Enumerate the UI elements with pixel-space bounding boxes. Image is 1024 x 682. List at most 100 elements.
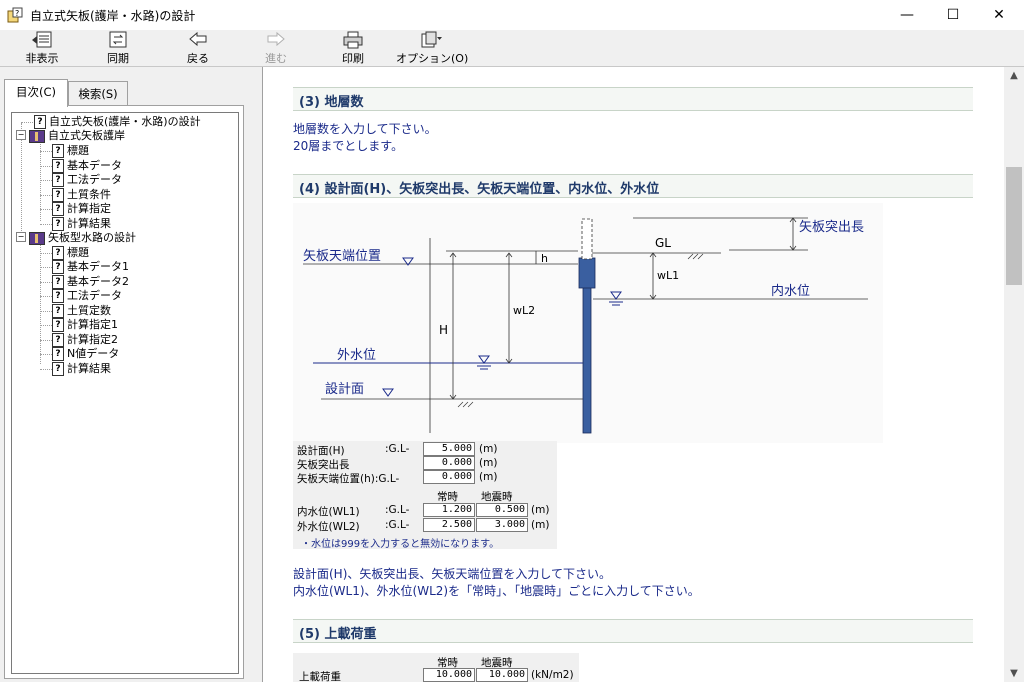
close-button[interactable]: ✕ <box>976 0 1022 30</box>
tree-item-label: N値データ <box>67 347 120 360</box>
tree-item[interactable]: ? 工法データ <box>52 289 122 303</box>
top-position-label: 矢板天端位置(h):G.L- <box>297 473 400 485</box>
top-position-input[interactable]: 0.000 <box>423 470 475 484</box>
inner-water-normal-input[interactable]: 1.200 <box>423 503 475 517</box>
section-3-text-1: 地層数を入力して下さい。 <box>293 122 437 136</box>
collapse-toggle[interactable]: − <box>16 232 26 242</box>
forward-label: 進む <box>265 52 287 65</box>
surcharge-seismic-input[interactable]: 10.000 <box>476 668 528 682</box>
tree-group-1[interactable]: 自立式矢板護岸 <box>29 129 125 143</box>
tree-item[interactable]: ? 計算指定1 <box>52 318 118 332</box>
sync-icon <box>109 31 127 48</box>
tree-item-label: 計算指定2 <box>67 333 118 346</box>
help-page-icon: ? <box>52 159 64 173</box>
tree-item[interactable]: ? 計算指定 <box>52 202 111 216</box>
tree-group-2[interactable]: 矢板型水路の設計 <box>29 231 136 245</box>
tree-root[interactable]: ? 自立式矢板(護岸・水路)の設計 <box>34 115 201 129</box>
outer-water-normal-input[interactable]: 2.500 <box>423 518 475 532</box>
tree-item[interactable]: ? 計算結果 <box>52 217 111 231</box>
tree-group-2-label: 矢板型水路の設計 <box>48 231 136 244</box>
options-icon <box>421 31 442 48</box>
tree-item[interactable]: ? 土質定数 <box>52 304 111 318</box>
tree-item[interactable]: ? N値データ <box>52 347 119 361</box>
sync-label: 同期 <box>107 52 129 65</box>
tree-item[interactable]: ? 標題 <box>52 246 89 260</box>
pile-protrusion-label: 矢板突出長 <box>297 459 350 471</box>
help-page-icon: ? <box>52 347 64 361</box>
label-wl2: wL2 <box>513 304 535 317</box>
window-title: 自立式矢板(護岸・水路)の設計 <box>30 9 196 23</box>
section-heading-5: (5) 上載荷重 <box>293 619 973 643</box>
maximize-button[interactable]: ☐ <box>930 0 976 30</box>
svg-text:?: ? <box>15 9 19 18</box>
tree-item[interactable]: ? 計算結果 <box>52 362 111 376</box>
tree-item-label: 工法データ <box>67 289 122 302</box>
unit-m: (m) <box>531 519 550 531</box>
tree-item[interactable]: ? 基本データ1 <box>52 260 129 274</box>
tab-contents[interactable]: 目次(C) <box>4 79 68 107</box>
design-surface-label: 設計面(H) <box>297 445 345 457</box>
tree-item-label: 標題 <box>67 144 89 157</box>
tree-item[interactable]: ? 基本データ2 <box>52 275 129 289</box>
tree-root-label: 自立式矢板(護岸・水路)の設計 <box>49 115 201 128</box>
tree-item[interactable]: ? 土質条件 <box>52 188 111 202</box>
scroll-thumb[interactable] <box>1006 167 1022 285</box>
hide-pane-icon <box>32 31 52 48</box>
inner-water-seismic-input[interactable]: 0.500 <box>476 503 528 517</box>
tree-item-label: 土質条件 <box>67 188 111 201</box>
pane-splitter[interactable] <box>246 67 262 682</box>
tree-item-label: 土質定数 <box>67 304 111 317</box>
label-h: h <box>541 252 548 265</box>
surcharge-form: 常時 地震時 上載荷重 10.000 10.000 (kN/m2) <box>293 653 579 682</box>
pile-diagram: 矢板突出長 GL 矢板天端位置 h wL1 内水位 wL2 H 外水位 設計面 <box>293 203 883 443</box>
surcharge-normal-input[interactable]: 10.000 <box>423 668 475 682</box>
help-page-icon: ? <box>52 217 64 231</box>
tree-item-label: 計算指定1 <box>67 318 118 331</box>
section-4-text-2: 内水位(WL1)、外水位(WL2)を「常時」、「地震時」ごとに入力して下さい。 <box>293 584 700 598</box>
label-top-position: 矢板天端位置 <box>303 249 381 264</box>
hide-button[interactable]: 非表示 <box>14 31 70 65</box>
col-normal-label: 常時 <box>437 491 458 503</box>
tree-item[interactable]: ? 標題 <box>52 144 89 158</box>
back-arrow-icon <box>189 31 207 47</box>
scroll-down-icon[interactable]: ▼ <box>1004 665 1024 682</box>
tree-item-label: 標題 <box>67 246 89 259</box>
tab-search[interactable]: 検索(S) <box>68 81 128 106</box>
options-button[interactable]: オプション(O) <box>396 31 469 65</box>
tree-item[interactable]: ? 計算指定2 <box>52 333 118 347</box>
scroll-up-icon[interactable]: ▲ <box>1004 67 1024 84</box>
print-label: 印刷 <box>342 52 364 65</box>
minimize-button[interactable]: — <box>884 0 930 30</box>
content-pane: (3) 地層数 地層数を入力して下さい。 20層までとします。 (4) 設計面(… <box>262 67 1005 682</box>
section-4-text-1: 設計面(H)、矢板突出長、矢板天端位置を入力して下さい。 <box>293 567 612 581</box>
sync-button[interactable]: 同期 <box>98 31 138 65</box>
help-app-icon: ? <box>7 7 23 23</box>
help-page-icon: ? <box>52 144 64 158</box>
section-5-title: (5) 上載荷重 <box>299 627 377 642</box>
tree-item[interactable]: ? 基本データ <box>52 159 122 173</box>
tree-item[interactable]: ? 工法データ <box>52 173 122 187</box>
inner-water-label: 内水位(WL1) <box>297 506 360 518</box>
forward-button[interactable]: 進む <box>256 31 296 65</box>
print-button[interactable]: 印刷 <box>333 31 373 65</box>
unit-m: (m) <box>479 471 498 483</box>
unit-m: (m) <box>479 443 498 455</box>
design-surface-input[interactable]: 5.000 <box>423 442 475 456</box>
pile-protrusion-input[interactable]: 0.000 <box>423 456 475 470</box>
printer-icon <box>343 31 363 49</box>
options-label: オプション(O) <box>396 52 469 65</box>
tree-item-label: 工法データ <box>67 173 122 186</box>
unit-m: (m) <box>479 457 498 469</box>
contents-tree: ? 自立式矢板(護岸・水路)の設計 − 自立式矢板護岸 ? 標題 ? 基本データ ? 工… <box>11 112 239 674</box>
vertical-scrollbar[interactable]: ▲ ▼ <box>1004 67 1024 682</box>
section-3-title: (3) 地層数 <box>299 95 364 110</box>
outer-water-seismic-input[interactable]: 3.000 <box>476 518 528 532</box>
label-pile-protrusion: 矢板突出長 <box>799 219 864 235</box>
back-button[interactable]: 戻る <box>178 31 218 65</box>
collapse-toggle[interactable]: − <box>16 130 26 140</box>
back-label: 戻る <box>187 52 209 65</box>
tree-group-1-label: 自立式矢板護岸 <box>48 129 125 142</box>
navigation-pane: 目次(C) 検索(S) ? 自立式矢板(護岸・水路)の設計 − 自立式矢板護岸 … <box>0 67 246 682</box>
label-inner-water: 内水位 <box>771 283 810 299</box>
help-page-icon: ? <box>52 304 64 318</box>
